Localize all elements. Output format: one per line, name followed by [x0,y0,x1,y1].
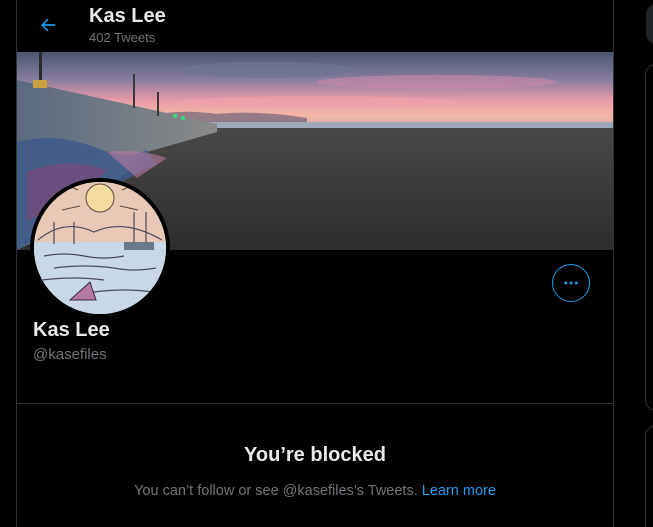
section-divider [17,403,613,404]
profile-handle: @kasefiles [33,346,107,363]
header-title: Kas Lee [89,5,166,27]
sidebar-search-box[interactable] [646,4,653,44]
profile-header: Kas Lee 402 Tweets [17,0,613,52]
more-options-button[interactable] [552,264,590,302]
profile-avatar[interactable] [30,178,170,318]
blocked-title: You’re blocked [244,444,386,466]
sidebar-panel [645,64,653,411]
back-button[interactable] [34,11,62,39]
sidebar-panel-lower [645,425,653,527]
tweet-count: 402 Tweets [89,30,156,45]
learn-more-link[interactable]: Learn more [422,483,496,499]
arrow-left-icon [41,18,56,32]
avatar-image [34,182,166,314]
more-horizontal-icon [564,281,578,285]
blocked-message-text: You can’t follow or see @kasefiles’s Twe… [134,483,418,499]
blocked-message: You can’t follow or see @kasefiles’s Twe… [17,483,613,499]
profile-name: Kas Lee [33,319,110,341]
profile-column: Kas Lee 402 Tweets Kas Lee @kasefiles Yo… [16,0,614,527]
